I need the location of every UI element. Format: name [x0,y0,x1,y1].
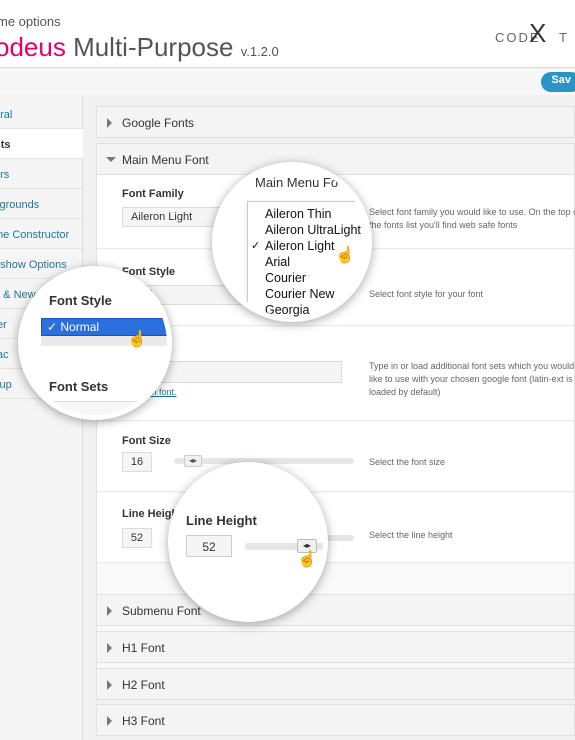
section-main-menu-font[interactable]: Main Menu Font [96,143,575,175]
collapse-arrow-icon [106,157,116,162]
expand-arrow-icon [107,643,112,653]
logo-x-mark: X [529,18,549,48]
title-text: Multi-Purpose [65,32,241,62]
expand-arrow-icon [107,716,112,726]
zoom-font-sets-input[interactable] [49,401,167,415]
expand-arrow-icon [107,680,112,690]
font-style-desc: Select font style for your font [369,289,484,299]
sidebar-item-fonts[interactable]: nts [0,129,83,159]
header-subtitle: me options [0,14,61,29]
zoom-font-family-magnifier: Main Menu Fo Aileron Thin Aileron UltraL… [212,162,372,322]
dropdown-option[interactable]: Courier New [248,287,367,303]
header: me options odeus Multi-Purpose v.1.2.0 C… [0,0,575,68]
dropdown-option[interactable]: Aileron UltraLight [248,223,367,239]
line-height-value[interactable]: 52 [122,528,152,548]
sidebar-item-colors[interactable]: ors [0,159,83,189]
section-title: Google Fonts [122,116,195,130]
section-submenu-font[interactable]: Submenu Font [96,594,575,626]
font-size-label: Font Size [122,435,171,447]
save-button[interactable]: Sav [541,72,575,92]
codex-logo: CODE X T [495,18,575,52]
zoom-font-style-label: Font Style [49,293,112,308]
zoom-font-style-magnifier: Font Style ✓ Normal ☝ Font Sets [18,266,172,420]
logo-right-text: T [559,30,569,45]
toolbar: Sav [0,69,575,95]
zoom-font-sets-label: Font Sets [49,379,109,394]
section-title: H1 Font [122,641,165,655]
dropdown-option[interactable]: Courier [248,271,367,287]
zoom-line-height-magnifier: Line Height 52 ◂▸ ☝ [168,462,328,622]
section-title: H2 Font [122,678,165,692]
version-label: v.1.2.0 [240,44,279,59]
section-google-fonts[interactable]: Google Fonts [96,106,575,138]
font-size-slider-handle[interactable]: ◂▸ [184,455,202,467]
line-height-desc: Select the line height [369,530,453,540]
line-height-label: Line Heigh [122,508,179,520]
font-sets-desc: Type in or load additional font sets whi… [369,361,575,397]
hand-cursor-icon: ☝ [297,551,317,568]
font-style-option-selected[interactable]: ✓ Normal [41,318,167,336]
section-title: Main Menu Font [122,153,209,167]
expand-arrow-icon [107,606,112,616]
sidebar: eral nts ors kgrounds me Constructor esh… [0,96,83,740]
section-title: Submenu Font [122,604,201,618]
font-size-desc: Select the font size [369,457,446,467]
font-family-desc: Select font family you would like to use… [369,207,575,230]
section-h1-font[interactable]: H1 Font [96,631,575,663]
zoom-line-height-label: Line Height [186,513,257,528]
font-size-row: Font Size 16 ◂▸ Select the font size [97,422,574,492]
expand-arrow-icon [107,118,112,128]
dropdown-option[interactable]: Georgia [248,303,367,317]
hand-cursor-icon: ☝ [127,331,147,348]
font-size-value[interactable]: 16 [122,452,152,472]
font-family-label: Font Family [122,188,184,200]
hand-cursor-icon: ☝ [335,247,355,264]
sidebar-item-general[interactable]: eral [0,99,83,129]
section-h3-font[interactable]: H3 Font [96,704,575,736]
title-brand: odeus [0,32,66,62]
section-title: H3 Font [122,714,165,728]
zoom-line-height-value[interactable]: 52 [186,535,232,557]
section-h2-font[interactable]: H2 Font [96,668,575,700]
sidebar-item-home-constructor[interactable]: me Constructor [0,219,83,249]
zoom-section-title: Main Menu Fo [255,175,339,190]
dropdown-option[interactable]: Aileron Thin [248,207,367,223]
page-title: odeus Multi-Purpose v.1.2.0 [0,32,279,63]
sidebar-item-backgrounds[interactable]: kgrounds [0,189,83,219]
